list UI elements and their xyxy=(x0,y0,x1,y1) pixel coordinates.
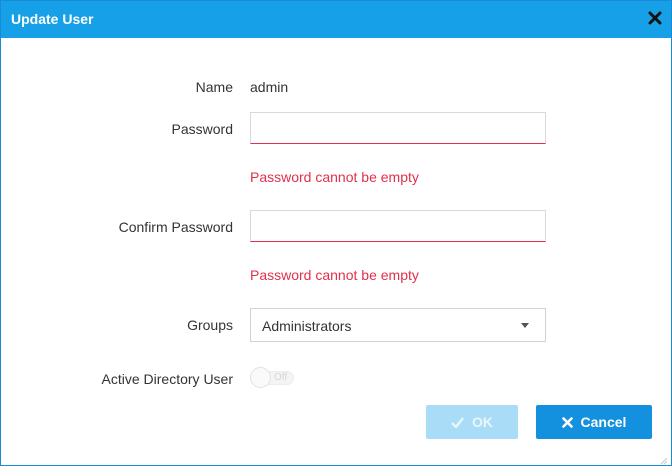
confirm-password-error: Password cannot be empty xyxy=(250,267,419,283)
close-icon[interactable] xyxy=(647,10,663,26)
password-field[interactable] xyxy=(250,112,546,144)
groups-label: Groups xyxy=(187,317,233,333)
active-directory-label: Active Directory User xyxy=(101,371,233,387)
groups-selected-value: Administrators xyxy=(262,318,352,334)
update-user-dialog: Update User Name admin Password Password… xyxy=(0,0,672,466)
ok-button[interactable]: OK xyxy=(426,405,518,439)
ok-button-label: OK xyxy=(472,414,493,430)
name-value: admin xyxy=(250,79,289,95)
password-error: Password cannot be empty xyxy=(250,169,419,185)
confirm-password-field[interactable] xyxy=(250,210,546,242)
check-icon xyxy=(451,416,464,428)
active-directory-toggle[interactable]: Off xyxy=(250,367,294,389)
password-label: Password xyxy=(171,121,233,137)
cancel-button[interactable]: Cancel xyxy=(536,405,652,439)
chevron-down-icon xyxy=(521,323,529,328)
name-label: Name xyxy=(195,79,233,95)
confirm-password-label: Confirm Password xyxy=(118,219,233,235)
toggle-knob xyxy=(250,367,271,388)
groups-select[interactable]: Administrators xyxy=(250,308,546,342)
cancel-button-label: Cancel xyxy=(580,414,627,430)
toggle-state-label: Off xyxy=(274,372,288,383)
dialog-title: Update User xyxy=(11,11,94,27)
close-icon xyxy=(561,416,573,428)
resize-grip-icon[interactable] xyxy=(658,452,668,465)
dialog-header: Update User xyxy=(1,1,671,38)
